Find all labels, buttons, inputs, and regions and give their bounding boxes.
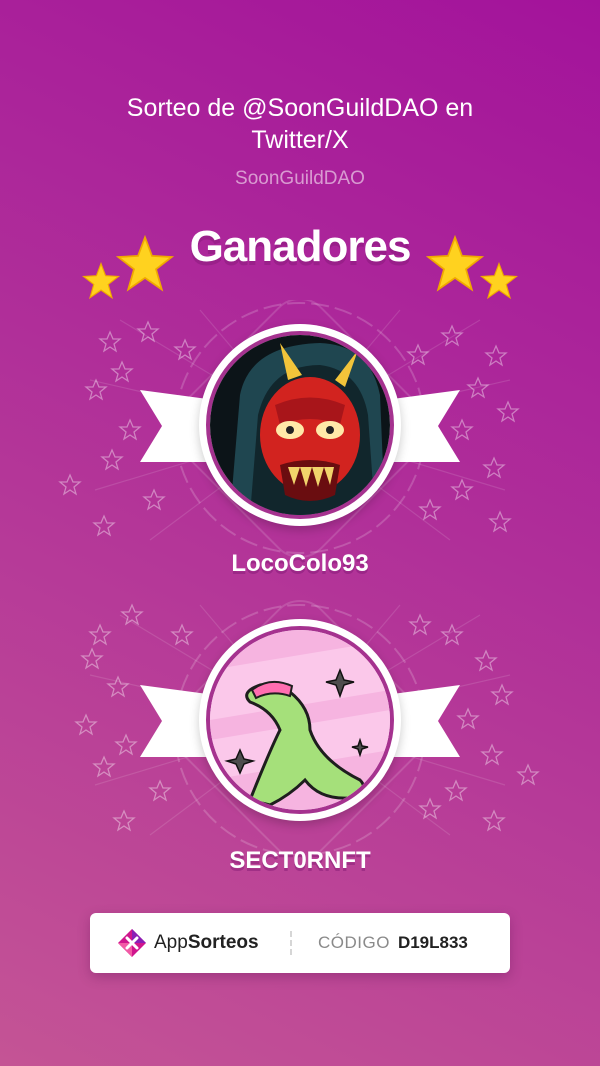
code-value: D19L833: [397, 933, 468, 952]
footer-card: AppSorteos CÓDIGO D19L833: [90, 913, 510, 973]
winner-name: LocoColo93: [231, 550, 369, 577]
brand-name: AppSorteos: [154, 932, 259, 953]
winner-avatar: [199, 324, 401, 526]
green-dino-shuriken-avatar-icon: [210, 630, 390, 810]
appsorteos-logo-icon: [118, 929, 146, 957]
winners-heading: Ganadores: [189, 222, 412, 271]
page-title: Sorteo de @SoonGuildDAO en Twitter/X: [126, 94, 474, 154]
divider: [290, 931, 292, 955]
brand[interactable]: AppSorteos: [90, 927, 290, 959]
page-subtitle: SoonGuildDAO: [235, 168, 365, 189]
winner-avatar: [199, 619, 401, 821]
code-label: CÓDIGO: [318, 933, 390, 952]
winner-name: SECT0RNFT: [229, 847, 371, 874]
winner-card: LocoColo93: [0, 300, 600, 600]
header: Sorteo de @SoonGuildDAO en Twitter/X Soo…: [0, 92, 600, 190]
winner-card: SECT0RNFT: [0, 595, 600, 895]
red-oni-mask-avatar-icon: [210, 335, 390, 515]
